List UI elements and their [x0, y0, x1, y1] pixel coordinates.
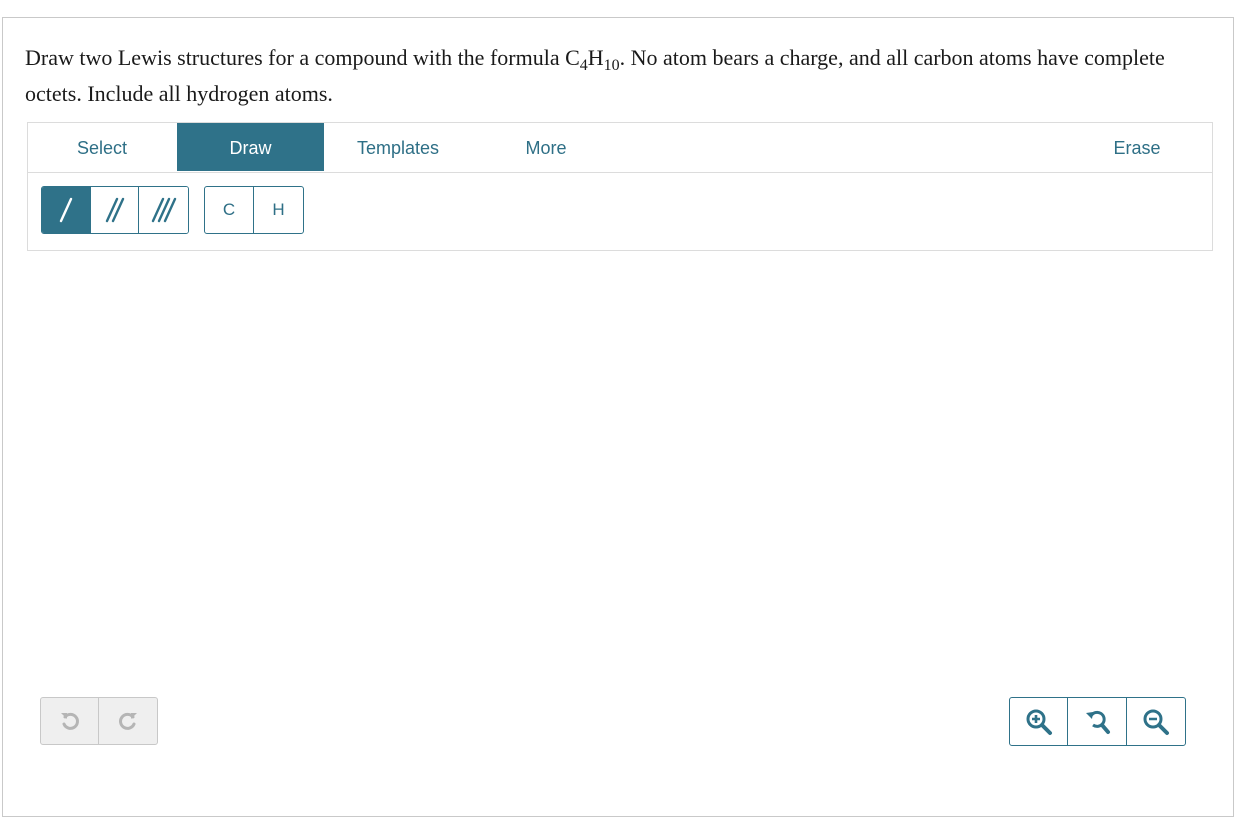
bond-type-group — [41, 186, 189, 234]
draw-options-panel: C H — [27, 172, 1213, 251]
zoom-out-button[interactable] — [1127, 698, 1185, 745]
formula-subscript-carbon: 4 — [579, 57, 588, 74]
zoom-reset-icon — [1086, 710, 1111, 734]
carbon-atom-button[interactable]: C — [205, 187, 255, 233]
undo-button[interactable] — [41, 698, 100, 744]
tab-draw[interactable]: Draw — [177, 123, 324, 171]
tab-erase[interactable]: Erase — [1062, 123, 1212, 171]
single-bond-button[interactable] — [42, 187, 91, 233]
atom-type-group: C H — [204, 186, 304, 234]
single-bond-icon — [59, 197, 73, 223]
zoom-in-icon — [1026, 709, 1052, 735]
zoom-in-button[interactable] — [1010, 698, 1069, 745]
tab-select[interactable]: Select — [28, 123, 176, 171]
redo-icon — [119, 712, 137, 730]
zoom-control-group — [1009, 697, 1186, 746]
undo-redo-group — [40, 697, 158, 745]
undo-icon — [60, 712, 79, 730]
double-bond-button[interactable] — [90, 187, 140, 233]
question-text-2: H — [587, 45, 604, 70]
options-divider — [28, 172, 1212, 173]
question-text-1: Draw two Lewis structures for a compound… — [25, 45, 580, 70]
zoom-out-icon — [1143, 709, 1169, 735]
tab-more[interactable]: More — [472, 123, 620, 171]
triple-bond-icon — [151, 197, 176, 223]
triple-bond-button[interactable] — [139, 187, 188, 233]
drawing-toolbar-tabs: Select Draw Templates More Erase — [27, 122, 1213, 172]
double-bond-icon — [105, 197, 124, 223]
tab-templates[interactable]: Templates — [324, 123, 472, 171]
formula-subscript-hydrogen: 10 — [603, 57, 620, 74]
redo-button[interactable] — [99, 698, 157, 744]
hydrogen-atom-button[interactable]: H — [254, 187, 303, 233]
drawing-canvas[interactable] — [27, 251, 1213, 691]
question-prompt: Draw two Lewis structures for a compound… — [25, 40, 1215, 112]
zoom-reset-button[interactable] — [1068, 698, 1127, 745]
